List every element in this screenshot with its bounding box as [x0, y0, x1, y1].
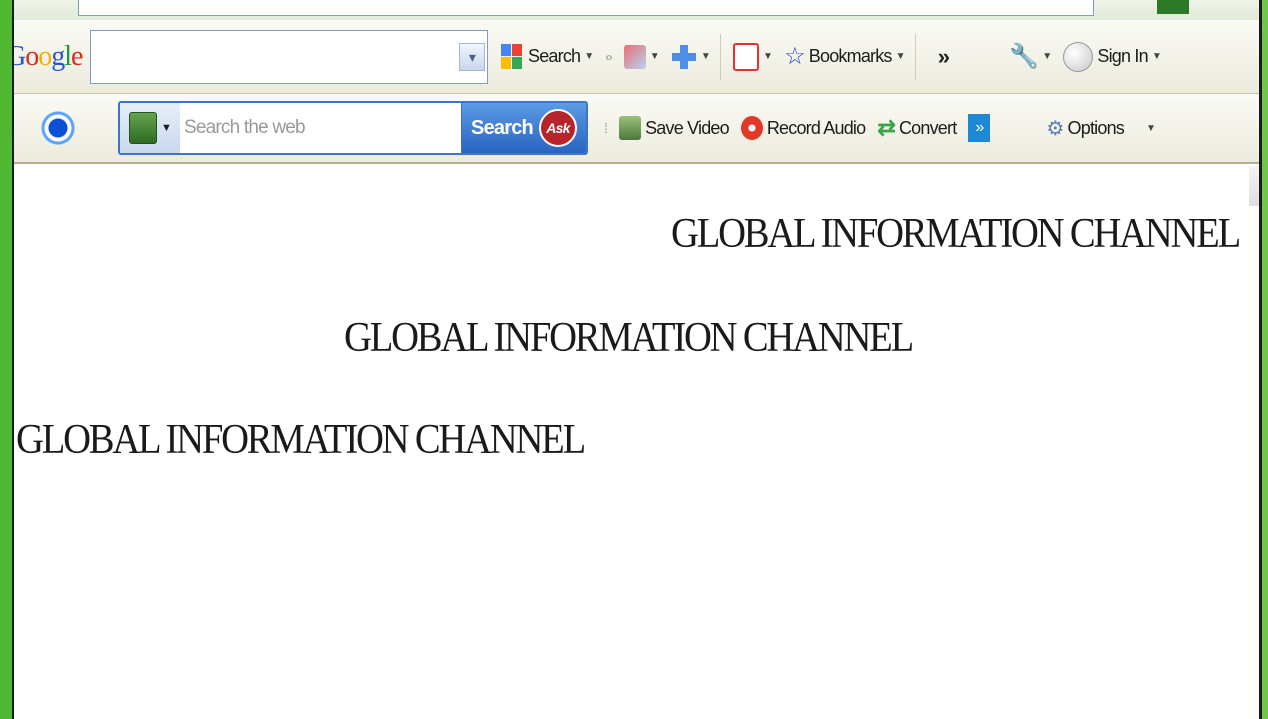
globe-icon [128, 112, 157, 144]
chevron-down-icon[interactable]: ▼ [650, 51, 660, 62]
chevron-down-icon[interactable]: ▼ [1042, 51, 1052, 62]
options-gear-icon: ⚙ [1046, 117, 1064, 140]
save-video-label: Save Video [645, 117, 730, 138]
more-icon: » [968, 114, 991, 142]
toolbar-separator [719, 33, 721, 80]
ask-search-label: Search [471, 116, 534, 139]
search-engine-selector[interactable]: ▼ [120, 103, 180, 153]
eraser-button[interactable]: ▼ [623, 44, 660, 69]
browser-window: Google ▾ Search ▼ ‹› ▼ ▼ ▼ ☆ Bookmarks ▼ [12, 0, 1262, 719]
pagerank-icon[interactable]: ‹› [605, 50, 612, 64]
plus-button[interactable]: ▼ [671, 43, 711, 71]
dropdown-arrow-icon[interactable]: ▾ [459, 42, 485, 71]
google-search-input[interactable]: ▾ [90, 29, 488, 84]
heading-left-aligned: GLOBAL INFORMATION CHANNEL [16, 417, 586, 463]
search-label: Search [528, 46, 581, 66]
toolbar-separator [914, 33, 916, 80]
record-audio-button[interactable]: Record Audio [740, 116, 866, 140]
options-label: Options [1067, 117, 1125, 138]
save-video-icon [619, 116, 642, 140]
convert-label: Convert [898, 117, 957, 138]
plus-icon [671, 44, 696, 69]
heading-center-aligned: GLOBAL INFORMATION CHANNEL [344, 315, 914, 361]
options-button[interactable]: ⚙ Options ▼ [1046, 116, 1155, 141]
google-toolbar: Google ▾ Search ▼ ‹› ▼ ▼ ▼ ☆ Bookmarks ▼ [14, 20, 1259, 94]
chevron-down-icon[interactable]: ▼ [1152, 51, 1162, 62]
convert-icon: ⇄ [877, 115, 895, 140]
page-content: GLOBAL INFORMATION CHANNEL GLOBAL INFORM… [14, 166, 1259, 719]
sign-in-label: Sign In [1097, 46, 1148, 66]
bookmark-star-icon: ☆ [784, 43, 806, 70]
popup-blocker-button[interactable]: ▼ [732, 42, 773, 71]
scrollbar[interactable] [1249, 166, 1259, 206]
avatar-icon [1063, 41, 1094, 72]
chevron-down-icon[interactable]: ▼ [896, 51, 906, 62]
record-audio-icon [740, 116, 763, 140]
ask-search-button[interactable]: Search Ask [462, 103, 586, 153]
ask-search-input[interactable]: Search the web [180, 103, 462, 153]
convert-button[interactable]: ⇄ Convert [877, 115, 957, 141]
google-search-icon [501, 43, 522, 69]
toolbar-grip[interactable]: ⁞ [604, 120, 608, 136]
google-search-button[interactable]: Search ▼ [500, 42, 594, 72]
settings-button[interactable]: 🔧 ▼ [1009, 42, 1052, 71]
save-video-button[interactable]: Save Video [619, 116, 730, 140]
ask-search-box: ▼ Search the web Search Ask [118, 101, 588, 155]
address-bar-strip [14, 0, 1259, 21]
bookmarks-button[interactable]: ☆ Bookmarks ▼ [784, 42, 905, 71]
ask-signal-icon[interactable] [18, 108, 98, 148]
address-bar[interactable] [78, 0, 1094, 16]
overflow-chevron[interactable]: » [938, 44, 950, 70]
chevron-down-icon[interactable]: ▼ [763, 51, 773, 62]
more-tools-button[interactable]: » [968, 114, 991, 142]
eraser-icon [623, 44, 646, 69]
wrench-icon: 🔧 [1009, 43, 1039, 70]
chevron-down-icon[interactable]: ▼ [584, 51, 594, 62]
chevron-down-icon: ▼ [160, 122, 172, 134]
popup-blocker-icon [732, 42, 759, 71]
sign-in-button[interactable]: Sign In ▼ [1063, 41, 1162, 72]
google-logo[interactable]: Google [14, 41, 88, 73]
ask-logo-icon: Ask [538, 109, 577, 147]
chevron-down-icon[interactable]: ▼ [1146, 123, 1156, 134]
record-audio-label: Record Audio [766, 117, 866, 138]
heading-right-aligned: GLOBAL INFORMATION CHANNEL [671, 211, 1241, 257]
ask-toolbar: ▼ Search the web Search Ask ⁞ Save Video… [14, 94, 1259, 164]
chevron-down-icon[interactable]: ▼ [701, 51, 711, 62]
bookmarks-label: Bookmarks [808, 46, 893, 66]
go-button[interactable] [1157, 0, 1189, 14]
